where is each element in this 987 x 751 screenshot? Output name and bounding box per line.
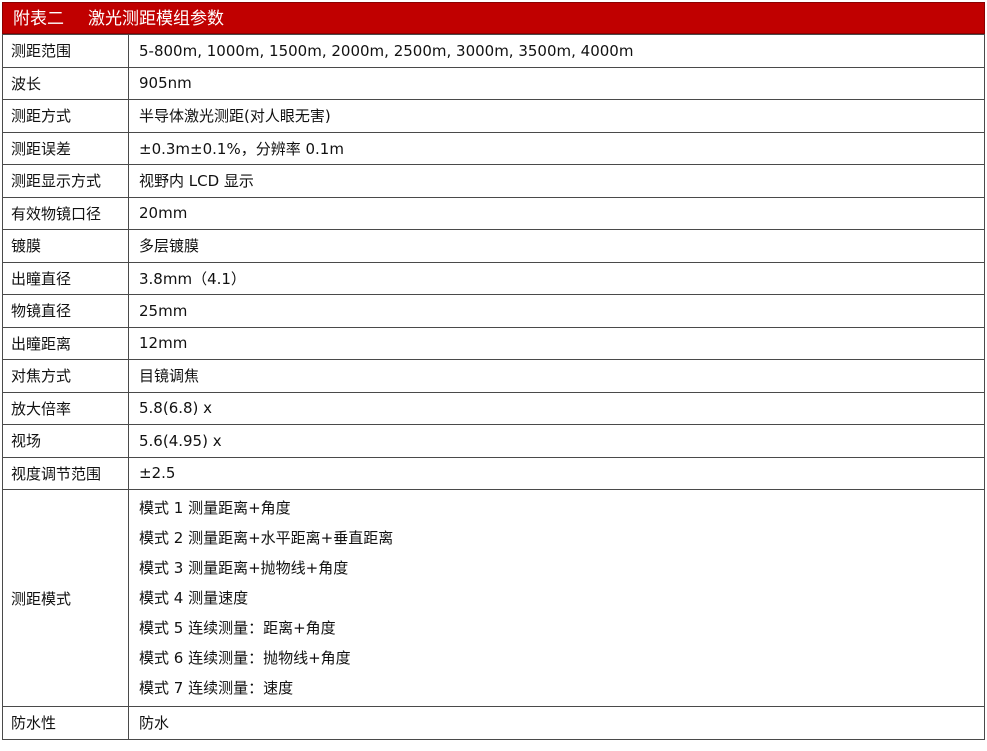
- spec-key: 测距显示方式: [2, 164, 129, 198]
- spec-table: 测距范围 5-800m, 1000m, 1500m, 2000m, 2500m, …: [2, 34, 985, 740]
- table-row: 有效物镜口径 20mm: [2, 196, 985, 230]
- spec-key: 有效物镜口径: [2, 196, 129, 230]
- table-row: 测距误差 ±0.3m±0.1%，分辨率 0.1m: [2, 131, 985, 165]
- appendix-label: 附表二: [13, 9, 64, 29]
- spec-key: 对焦方式: [2, 359, 129, 393]
- table-row: 物镜直径 25mm: [2, 294, 985, 328]
- spec-value: 半导体激光测距(对人眼无害): [128, 99, 985, 133]
- table-row: 对焦方式 目镜调焦: [2, 359, 985, 393]
- spec-key: 物镜直径: [2, 294, 129, 328]
- spec-key: 测距模式: [2, 489, 129, 707]
- mode-item: 模式 3 测量距离+抛物线+角度: [139, 559, 349, 577]
- spec-key: 防水性: [2, 706, 129, 740]
- table-row: 出瞳直径 3.8mm（4.1）: [2, 261, 985, 295]
- table-row: 视场 5.6(4.95) x: [2, 424, 985, 458]
- spec-value: ±2.5: [128, 456, 985, 490]
- spec-key: 测距误差: [2, 131, 129, 165]
- table-title-bar: 附表二 激光测距模组参数: [2, 2, 985, 34]
- spec-value: 3.8mm（4.1）: [128, 261, 985, 295]
- spec-value: 5.6(4.95) x: [128, 424, 985, 458]
- table-row: 测距范围 5-800m, 1000m, 1500m, 2000m, 2500m, …: [2, 34, 985, 68]
- spec-value: 5.8(6.8) x: [128, 391, 985, 425]
- mode-item: 模式 1 测量距离+角度: [139, 499, 291, 517]
- spec-value: 12mm: [128, 326, 985, 360]
- mode-item: 模式 4 测量速度: [139, 589, 249, 607]
- spec-value: 目镜调焦: [128, 359, 985, 393]
- spec-key: 镀膜: [2, 229, 129, 263]
- table-row-modes: 测距模式 模式 1 测量距离+角度 模式 2 测量距离+水平距离+垂直距离 模式…: [2, 489, 985, 707]
- spec-key: 放大倍率: [2, 391, 129, 425]
- table-row: 测距方式 半导体激光测距(对人眼无害): [2, 99, 985, 133]
- spec-value: 视野内 LCD 显示: [128, 164, 985, 198]
- table-row: 视度调节范围 ±2.5: [2, 456, 985, 490]
- mode-item: 模式 5 连续测量：距离+角度: [139, 619, 336, 637]
- table-row: 防水性 防水: [2, 706, 985, 740]
- spec-key: 波长: [2, 66, 129, 100]
- spec-value: ±0.3m±0.1%，分辨率 0.1m: [128, 131, 985, 165]
- spec-table-frame: 附表二 激光测距模组参数 测距范围 5-800m, 1000m, 1500m, 20…: [2, 2, 985, 740]
- spec-key: 测距方式: [2, 99, 129, 133]
- mode-item: 模式 2 测量距离+水平距离+垂直距离: [139, 529, 394, 547]
- table-row: 放大倍率 5.8(6.8) x: [2, 391, 985, 425]
- mode-item: 模式 7 连续测量：速度: [139, 679, 294, 697]
- table-row: 出瞳距离 12mm: [2, 326, 985, 360]
- spec-key: 出瞳直径: [2, 261, 129, 295]
- table-row: 镀膜 多层镀膜: [2, 229, 985, 263]
- spec-value: 25mm: [128, 294, 985, 328]
- table-title: 激光测距模组参数: [88, 9, 224, 29]
- spec-key: 视度调节范围: [2, 456, 129, 490]
- spec-key: 测距范围: [2, 34, 129, 68]
- spec-value: 多层镀膜: [128, 229, 985, 263]
- spec-key: 出瞳距离: [2, 326, 129, 360]
- spec-value: 防水: [128, 706, 985, 740]
- spec-value: 20mm: [128, 196, 985, 230]
- spec-value: 905nm: [128, 66, 985, 100]
- table-row: 测距显示方式 视野内 LCD 显示: [2, 164, 985, 198]
- spec-key: 视场: [2, 424, 129, 458]
- mode-item: 模式 6 连续测量：抛物线+角度: [139, 649, 351, 667]
- mode-list: 模式 1 测量距离+角度 模式 2 测量距离+水平距离+垂直距离 模式 3 测量…: [128, 489, 985, 707]
- table-row: 波长 905nm: [2, 66, 985, 100]
- spec-value: 5-800m, 1000m, 1500m, 2000m, 2500m, 3000…: [128, 34, 985, 68]
